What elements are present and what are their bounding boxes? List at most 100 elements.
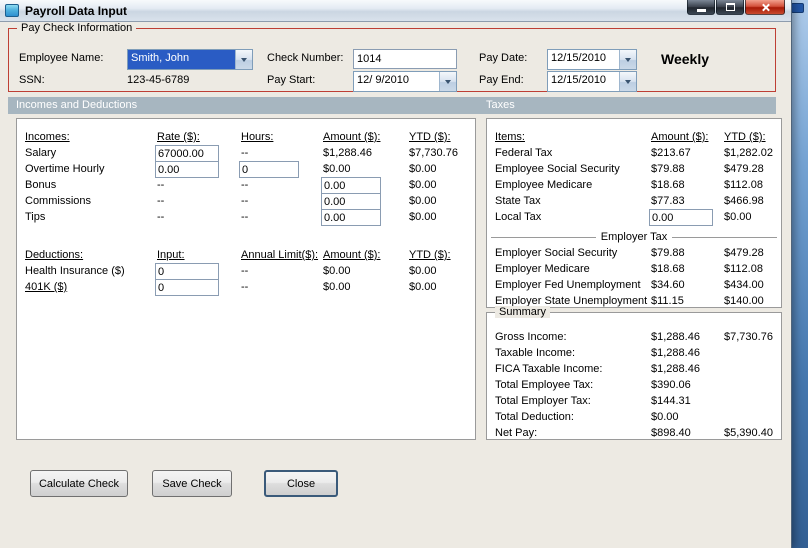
row-ytd: $7,730.76 [409,147,458,159]
row-label: Total Deduction: [495,411,574,423]
row-ytd: $1,282.02 [724,147,773,159]
row-amount: $0.00 [323,163,351,175]
paycheck-info-group: Pay Check Information Employee Name: Smi… [8,22,776,92]
row-ytd: $0.00 [409,281,437,293]
row-amount: $34.60 [651,279,685,291]
taxable-income-row: Taxable Income: $1,288.46 [487,345,781,361]
401k-row: 401K ($) -- $0.00 $0.00 [17,279,475,296]
bonus-amount-input[interactable] [321,177,381,194]
deductions-header-row: Deductions: Input: Annual Limit($): Amou… [17,247,475,263]
row-amount: $79.88 [651,163,685,175]
row-amount: $0.00 [651,411,679,423]
incomes-col-header: Incomes: [25,131,70,143]
hours-col-header: Hours: [241,131,274,143]
401k-input[interactable] [155,279,219,296]
overtime-row: Overtime Hourly $0.00 $0.00 [17,161,475,178]
employee-name-select[interactable]: Smith, John [127,49,253,70]
row-ytd: $0.00 [409,211,437,223]
incomes-deductions-panel: Incomes: Rate ($): Hours: Amount ($): YT… [16,118,476,440]
row-amount: $18.68 [651,263,685,275]
row-label: Tips [25,211,46,223]
maximize-button[interactable] [716,0,744,15]
employee-ss-row: Employee Social Security $79.88 $479.28 [487,161,781,177]
401k-link-label[interactable]: 401K ($) [25,281,67,293]
commissions-amount-input[interactable] [321,193,381,210]
pay-start-picker[interactable]: 12/ 9/2010 [353,71,457,92]
local-tax-input[interactable] [649,209,713,226]
total-employer-tax-row: Total Employer Tax: $144.31 [487,393,781,409]
row-label: Employee Social Security [495,163,620,175]
ssn-label: SSN: [19,74,45,86]
pay-end-value: 12/15/2010 [548,72,619,91]
row-amount: $18.68 [651,179,685,191]
row-amount: $1,288.46 [323,147,372,159]
chevron-down-icon [625,79,631,84]
row-label: Employer Medicare [495,263,590,275]
window-controls [686,0,785,15]
save-check-button[interactable]: Save Check [152,470,232,497]
health-insurance-row: Health Insurance ($) -- $0.00 $0.00 [17,263,475,280]
row-amount: $0.00 [323,281,351,293]
titlebar[interactable]: Payroll Data Input [0,0,791,22]
row-hours: -- [241,147,249,159]
employer-medicare-row: Employer Medicare $18.68 $112.08 [487,261,781,277]
pay-date-picker[interactable]: 12/15/2010 [547,49,637,70]
employer-ss-row: Employer Social Security $79.88 $479.28 [487,245,781,261]
row-hours: -- [241,211,249,223]
row-ytd: $7,730.76 [724,331,773,343]
close-button[interactable]: Close [264,470,338,497]
chevron-down-icon [625,57,631,62]
pay-start-dropdown-button[interactable] [439,72,456,91]
employer-tax-label: Employer Tax [600,231,668,243]
row-amount: $213.67 [651,147,691,159]
row-limit: -- [241,281,249,293]
row-label: FICA Taxable Income: [495,363,603,375]
row-ytd: $479.28 [724,247,764,259]
divider-line [672,236,777,238]
employee-medicare-row: Employee Medicare $18.68 $112.08 [487,177,781,193]
pay-start-label: Pay Start: [267,74,316,86]
pay-date-value: 12/15/2010 [548,50,619,69]
employee-name-label: Employee Name: [19,52,104,64]
pay-date-label: Pay Date: [479,52,528,64]
row-label: Overtime Hourly [25,163,105,175]
row-ytd: $112.08 [724,179,763,191]
employee-name-dropdown-button[interactable] [235,50,252,69]
health-insurance-input[interactable] [155,263,219,280]
pay-date-dropdown-button[interactable] [619,50,636,69]
row-ytd: $0.00 [409,265,437,277]
calculate-check-button[interactable]: Calculate Check [30,470,128,497]
overtime-hours-input[interactable] [239,161,299,178]
row-label: Commissions [25,195,92,207]
row-hours: -- [241,179,249,191]
overtime-rate-input[interactable] [155,161,219,178]
pay-end-picker[interactable]: 12/15/2010 [547,71,637,92]
row-amount: $144.31 [651,395,691,407]
payroll-data-input-window: Payroll Data Input Pay Check Information… [0,0,792,548]
row-label: Bonus [25,179,57,191]
minimize-button[interactable] [687,0,715,15]
pay-start-value: 12/ 9/2010 [354,72,439,91]
salary-rate-input[interactable] [155,145,219,162]
row-ytd: $434.00 [724,279,764,291]
summary-group: Summary Gross Income: $1,288.46 $7,730.7… [486,306,782,440]
row-ytd: $5,390.40 [724,427,773,439]
row-label: State Tax [495,195,541,207]
employee-name-value: Smith, John [128,50,235,69]
row-rate: -- [157,179,165,191]
check-number-input[interactable] [353,49,457,69]
maximize-icon [725,3,735,11]
bonus-row: Bonus -- -- $0.00 [17,177,475,194]
close-window-button[interactable] [745,0,785,15]
desktop-icon [791,3,804,13]
input-col-header: Input: [157,249,185,261]
pay-end-dropdown-button[interactable] [619,72,636,91]
salary-row: Salary -- $1,288.46 $7,730.76 [17,145,475,162]
tips-row: Tips -- -- $0.00 [17,209,475,226]
annual-limit-col-header: Annual Limit($): [241,249,319,261]
gross-income-row: Gross Income: $1,288.46 $7,730.76 [487,329,781,345]
row-ytd: $0.00 [409,163,437,175]
tips-amount-input[interactable] [321,209,381,226]
row-ytd: $0.00 [409,195,437,207]
row-amount: $390.06 [651,379,691,391]
